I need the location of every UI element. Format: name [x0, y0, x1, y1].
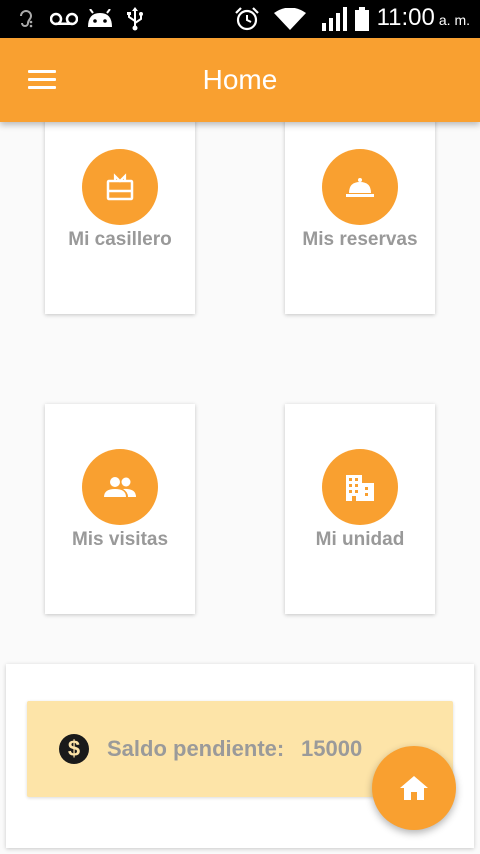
status-ampm: a. m. [438, 12, 470, 28]
people-icon [82, 449, 158, 525]
usb-icon [124, 7, 146, 31]
hearing-aid-icon [16, 8, 36, 30]
home-icon [400, 776, 428, 800]
status-time: 11:00 a. m. [377, 4, 470, 32]
balance-label: Saldo pendiente: [107, 736, 285, 761]
wifi-icon [274, 8, 306, 30]
card-label: Mis visitas [71, 529, 169, 550]
card-label: Mis reservas [302, 229, 418, 250]
card-label: Mi casillero [68, 229, 172, 250]
app-bar: Home [0, 38, 480, 122]
signal-icon [322, 7, 348, 31]
home-button[interactable] [372, 746, 456, 830]
room-service-icon [322, 149, 398, 225]
balance-value: 15000 [301, 736, 363, 761]
card-mi-unidad[interactable]: Mi unidad [285, 404, 435, 614]
page-title: Home [202, 64, 278, 95]
android-icon [86, 8, 114, 30]
status-time-value: 11:00 [376, 4, 435, 31]
alarm-icon [234, 7, 260, 31]
card-label: Mi unidad [315, 529, 405, 550]
locker-icon [82, 149, 158, 225]
voicemail-icon [50, 8, 78, 30]
building-icon [322, 449, 398, 525]
dollar-icon: $ [59, 734, 89, 764]
card-mi-casillero[interactable]: Mi casillero [45, 104, 195, 314]
card-mis-visitas[interactable]: Mis visitas [45, 404, 195, 614]
battery-icon [354, 7, 370, 31]
status-bar: 11:00 a. m. [0, 0, 480, 38]
card-mis-reservas[interactable]: Mis reservas [285, 104, 435, 314]
